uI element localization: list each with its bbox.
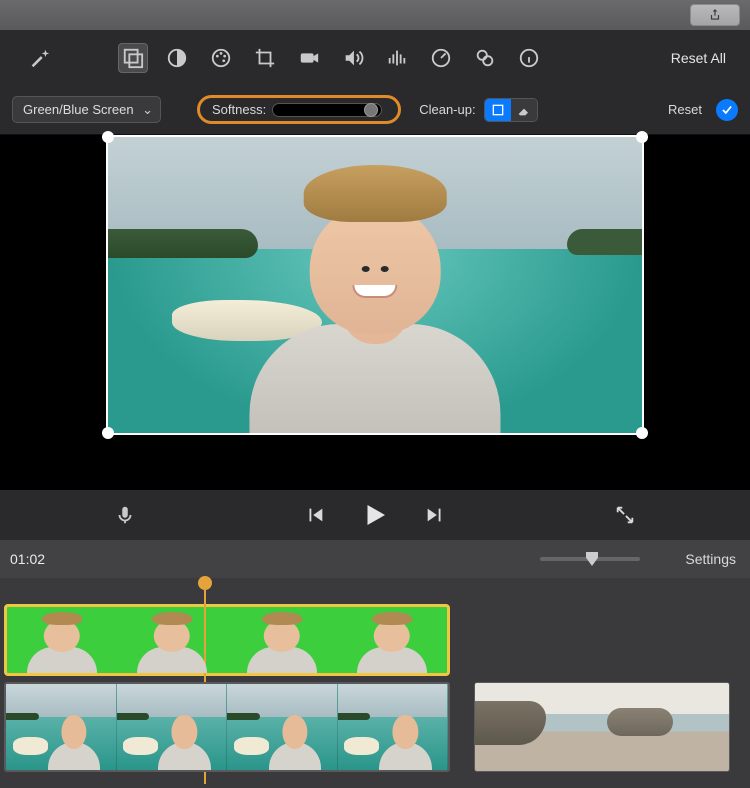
background-island-right — [567, 229, 642, 256]
softness-slider[interactable] — [272, 103, 382, 117]
resize-handle-bottom-right[interactable] — [636, 427, 648, 439]
speedometer-icon — [430, 47, 452, 69]
clip-thumbnail-detail — [607, 708, 673, 736]
background-clip-beach[interactable] — [474, 682, 730, 772]
volume-icon — [342, 47, 364, 69]
cleanup-segmented-control[interactable] — [484, 98, 538, 122]
softness-label: Softness: — [212, 102, 266, 117]
preview-viewer — [0, 135, 750, 490]
color-balance-button[interactable] — [162, 43, 192, 73]
magic-wand-button[interactable] — [24, 43, 54, 73]
wand-icon — [28, 47, 50, 69]
window-titlebar — [0, 0, 750, 30]
timeline[interactable] — [0, 578, 750, 788]
microphone-icon — [114, 504, 136, 526]
play-button[interactable] — [360, 500, 390, 530]
palette-icon — [210, 47, 232, 69]
clip-thumbnail — [6, 684, 117, 770]
stabilization-button[interactable] — [294, 43, 324, 73]
overlay-icon — [122, 47, 144, 69]
skip-back-button[interactable] — [300, 500, 330, 530]
apply-checkmark-button[interactable] — [716, 99, 738, 121]
reset-all-button[interactable]: Reset All — [671, 50, 726, 66]
transport-controls — [0, 490, 750, 540]
cleanup-group: Clean-up: — [419, 98, 537, 122]
timeline-zoom-thumb[interactable] — [586, 552, 598, 566]
cleanup-erase-button[interactable] — [511, 99, 537, 121]
crop-button[interactable] — [250, 43, 280, 73]
inspector-toolbar: Reset All — [0, 30, 750, 85]
info-button[interactable] — [514, 43, 544, 73]
fullscreen-button[interactable] — [610, 500, 640, 530]
play-icon — [360, 500, 390, 530]
preview-canvas[interactable] — [106, 135, 644, 435]
softness-control-highlight: Softness: — [197, 95, 401, 124]
timeline-zoom-slider[interactable] — [540, 557, 640, 561]
overlay-mode-dropdown[interactable]: Green/Blue Screen — [12, 96, 161, 123]
share-button[interactable] — [690, 4, 740, 26]
crop-small-icon — [490, 102, 506, 118]
shapes-icon — [474, 47, 496, 69]
clip-thumbnail — [7, 607, 117, 673]
resize-handle-top-left[interactable] — [102, 131, 114, 143]
clip-thumbnail — [227, 607, 337, 673]
volume-button[interactable] — [338, 43, 368, 73]
primary-clip-composite[interactable] — [4, 682, 450, 772]
clip-thumbnail — [227, 684, 338, 770]
expand-icon — [614, 504, 636, 526]
contrast-icon — [166, 47, 188, 69]
softness-slider-thumb[interactable] — [364, 103, 378, 117]
overlay-button[interactable] — [118, 43, 148, 73]
skip-back-icon — [304, 504, 326, 526]
resize-handle-top-right[interactable] — [636, 131, 648, 143]
info-icon — [518, 47, 540, 69]
eraser-icon — [516, 102, 532, 118]
equalizer-icon — [386, 47, 408, 69]
checkmark-icon — [720, 103, 734, 117]
cleanup-label: Clean-up: — [419, 102, 475, 117]
voiceover-button[interactable] — [110, 500, 140, 530]
clip-thumbnail — [338, 684, 449, 770]
timecode-display: 01:02 — [10, 551, 45, 567]
timeline-settings-button[interactable]: Settings — [685, 551, 736, 567]
camera-icon — [298, 47, 320, 69]
noise-reduction-button[interactable] — [382, 43, 412, 73]
overlay-clip-greenscreen[interactable] — [4, 604, 450, 676]
overlay-controls: Green/Blue Screen ⌄ Softness: Clean-up: … — [0, 85, 750, 135]
clip-filter-button[interactable] — [470, 43, 500, 73]
crop-icon — [254, 47, 276, 69]
cleanup-crop-button[interactable] — [485, 99, 511, 121]
skip-forward-button[interactable] — [420, 500, 450, 530]
share-icon — [708, 7, 722, 23]
clip-thumbnail — [117, 684, 228, 770]
timeline-header: 01:02 Settings — [0, 540, 750, 578]
clip-thumbnail — [117, 607, 227, 673]
color-correction-button[interactable] — [206, 43, 236, 73]
speed-button[interactable] — [426, 43, 456, 73]
foreground-person — [225, 173, 524, 433]
clip-thumbnail — [337, 607, 447, 673]
skip-forward-icon — [424, 504, 446, 526]
resize-handle-bottom-left[interactable] — [102, 427, 114, 439]
reset-button[interactable]: Reset — [668, 102, 702, 117]
